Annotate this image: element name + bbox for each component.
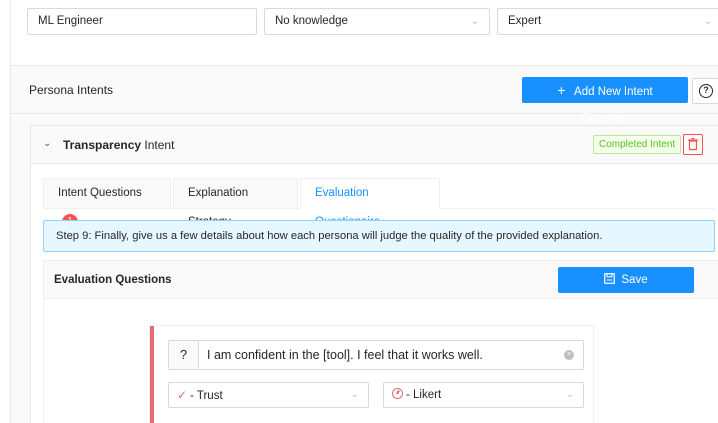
question-text: I am confident in the [tool]. I feel tha… [207,348,483,362]
intent-name: Transparency [63,138,142,152]
chevron-down-icon: ⌄ [470,16,479,27]
save-questionnaire-label: Save Questionnaire [590,274,662,312]
persona-intents-title: Persona Intents [29,83,114,97]
chevron-down-icon: ⌄ [565,389,574,400]
persona-row: ML Engineer No knowledge ⌄ Expert ⌄ [10,0,718,66]
persona-intents-panel: Persona Intents + Add New Intent Questio… [10,65,718,423]
delete-intent-button[interactable] [683,134,703,155]
save-questionnaire-button[interactable]: Save Questionnaire [558,267,694,312]
add-new-intent-question-label: Add New Intent Question [574,86,653,124]
ai-knowledge-select[interactable]: No knowledge ⌄ [264,8,490,35]
question-scale-select[interactable]: - Likert ⌄ [383,382,584,408]
intent-tabs: Intent Questions1 Explanation Strategy E… [43,178,715,230]
question-circle-icon: ? [699,84,713,98]
intent-card: ⌄ Transparency Intent Completed Intent I… [30,125,718,423]
tab-intent-questions[interactable]: Intent Questions1 [43,178,171,230]
intent-header[interactable]: ⌄ Transparency Intent Completed Intent [31,126,718,164]
plus-icon: + [557,82,566,98]
persona-name-value: ML Engineer [38,15,103,27]
chevron-down-icon: ⌄ [350,389,359,400]
domain-knowledge-select[interactable]: Expert ⌄ [497,8,718,35]
step-info-alert: Step 9: Finally, give us a few details a… [43,220,715,252]
trash-icon [688,137,698,151]
chevron-down-icon[interactable]: ⌄ [43,138,51,149]
persona-intents-header: Persona Intents + Add New Intent Questio… [11,66,718,124]
add-new-intent-question-button[interactable]: + Add New Intent Question [522,77,688,124]
question-dimension-value: - Trust [190,390,223,402]
intent-title: Transparency Intent [63,138,174,152]
question-dimension-select[interactable]: ✓ - Trust ⌄ [168,382,369,408]
ai-knowledge-value: No knowledge [275,15,348,27]
chevron-down-icon: ⌄ [703,16,712,27]
check-icon: ✓ [177,388,188,402]
evaluation-questions-card: Evaluation Questions Save Questionnaire … [43,260,718,423]
evaluation-questions-header: Evaluation Questions Save Questionnaire [44,261,718,312]
tab-explanation-strategy[interactable]: Explanation Strategy [173,178,298,228]
evaluation-questions-title: Evaluation Questions [54,274,172,286]
tab-intent-questions-label: Intent Questions [58,187,142,199]
domain-knowledge-value: Expert [508,15,542,27]
tab-evaluation-questionaire[interactable]: Evaluation Questionaire [300,178,440,228]
question-scale-value: - Likert [406,389,442,401]
dashboard-icon [392,388,403,399]
save-icon [604,273,616,284]
clear-icon[interactable]: × [564,350,574,360]
help-button[interactable]: ? [692,78,718,104]
question-prefix: ? [169,341,199,369]
evaluation-question-item: ? I am confident in the [tool]. I feel t… [150,326,593,423]
intent-suffix: Intent [141,138,175,152]
status-badge: Completed Intent [593,135,682,154]
persona-name-input[interactable]: ML Engineer [27,8,257,35]
question-text-input[interactable]: ? I am confident in the [tool]. I feel t… [168,340,584,370]
